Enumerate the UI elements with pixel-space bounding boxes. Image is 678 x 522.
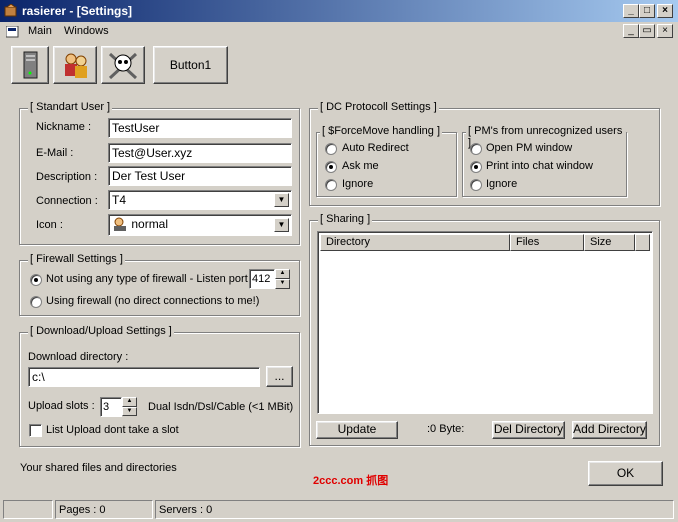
ok-button[interactable]: OK [588,461,663,486]
maximize-button[interactable]: □ [639,4,655,18]
upload-slots-label: Upload slots : [28,400,95,412]
icon-select[interactable]: normal ▼ [108,214,292,236]
connection-value: T4 [112,193,127,207]
update-button[interactable]: Update [316,421,398,439]
email-label: E-Mail : [36,147,74,159]
list-upload-label: List Upload dont take a slot [46,424,179,436]
watermark: 2ccc.com 抓图 [313,475,389,487]
download-dir-label: Download directory : [28,351,129,363]
firewall-used-radio[interactable] [30,296,42,308]
pm-print-label: Print into chat window [486,160,593,172]
forcemove-ask-label: Ask me [342,160,379,172]
menu-main[interactable]: Main [28,25,52,37]
dc-protocol-legend: [ DC Protocoll Settings ] [318,101,439,113]
column-size[interactable]: Size [584,234,635,251]
minimize-button[interactable]: _ [623,4,639,18]
window-title: rasierer - [Settings] [22,4,133,18]
browse-button[interactable]: ... [266,366,293,387]
forcemove-legend: [ $ForceMove handling ] [320,125,443,137]
nickname-label: Nickname : [36,121,92,133]
user-icon [114,217,126,231]
shared-directories-list[interactable]: Directory Files Size [317,231,653,414]
chevron-down-icon[interactable]: ▼ [274,193,289,207]
chevron-down-icon[interactable]: ▼ [274,218,289,232]
download-upload-legend: [ Download/Upload Settings ] [28,325,174,337]
email-field[interactable]: Test@User.xyz [108,143,292,163]
connection-select[interactable]: T4 ▼ [108,190,292,210]
pm-open-label: Open PM window [486,142,573,154]
status-panel-empty [3,500,53,519]
menu-bar: Main Windows [0,22,678,41]
list-upload-checkbox[interactable] [29,424,42,437]
pm-open-radio[interactable] [470,143,482,155]
firewall-legend: [ Firewall Settings ] [28,253,125,265]
download-dir-field[interactable]: c:\ [28,367,260,387]
title-bar[interactable]: rasierer - [Settings] _ □ × [0,0,678,22]
column-files[interactable]: Files [510,234,584,251]
standart-user-legend: [ Standart User ] [28,101,113,113]
del-directory-button[interactable]: Del Directory [492,421,565,439]
connection-label: Connection : [36,195,98,207]
port-spinner[interactable]: ▲ ▼ [275,269,290,289]
menu-windows[interactable]: Windows [64,25,109,37]
pm-print-radio[interactable] [470,161,482,173]
mdi-close-button[interactable]: × [657,24,673,38]
icon-value: normal [131,217,169,231]
server-button[interactable] [11,46,49,84]
doc-icon [6,26,19,38]
listen-port-field[interactable]: 412 [249,269,275,289]
pm-ignore-radio[interactable] [470,179,482,191]
firewall-used-label: Using firewall (no direct connections to… [46,295,260,307]
firewall-none-radio[interactable] [30,274,42,286]
skull-button[interactable] [101,46,145,84]
button1[interactable]: Button1 [153,46,228,84]
column-directory[interactable]: Directory [320,234,510,251]
description-field[interactable]: Der Test User [108,166,292,186]
app-icon [4,4,17,17]
nickname-field[interactable]: TestUser [108,118,292,138]
skull-icon [108,52,138,80]
mdi-restore-button[interactable]: ▭ [639,24,655,38]
column-filler [635,234,650,251]
users-icon [65,53,87,78]
mdi-minimize-button[interactable]: _ [623,24,639,38]
status-servers: Servers : 0 [155,500,674,519]
forcemove-auto-label: Auto Redirect [342,142,409,154]
share-size-label: :0 Byte: [427,423,465,435]
forcemove-ask-radio[interactable] [325,161,337,173]
footer-hint: Your shared files and directories [20,462,177,474]
status-pages: Pages : 0 [55,500,153,519]
icon-label: Icon : [36,219,63,231]
firewall-none-label: Not using any type of firewall - Listen … [46,273,254,285]
forcemove-ignore-radio[interactable] [325,179,337,191]
sharing-legend: [ Sharing ] [318,213,373,225]
close-button[interactable]: × [657,4,673,18]
pm-ignore-label: Ignore [486,178,518,190]
add-directory-button[interactable]: Add Directory [572,421,647,439]
upload-slots-field[interactable]: 3 [100,397,122,417]
forcemove-ignore-label: Ignore [342,178,374,190]
connection-type-label: Dual Isdn/Dsl/Cable (<1 MBit) [148,401,294,413]
slots-spinner[interactable]: ▲ ▼ [122,397,137,416]
forcemove-auto-radio[interactable] [325,143,337,155]
users-button[interactable] [53,46,97,84]
server-icon [23,51,38,79]
description-label: Description : [36,171,98,183]
